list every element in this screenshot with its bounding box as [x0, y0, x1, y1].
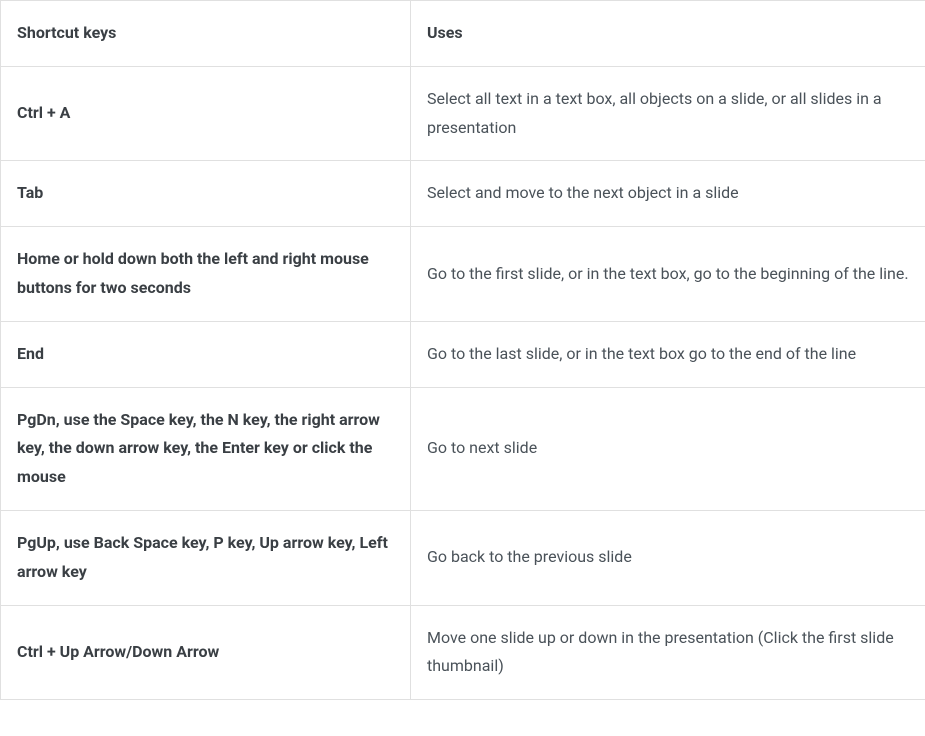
- uses-cell: Select all text in a text box, all objec…: [411, 66, 925, 161]
- shortcuts-table: Shortcut keys Uses Ctrl + A Select all t…: [0, 0, 925, 700]
- table-row: PgDn, use the Space key, the N key, the …: [1, 387, 925, 510]
- uses-cell: Go to the first slide, or in the text bo…: [411, 227, 925, 322]
- shortcut-cell: Home or hold down both the left and righ…: [1, 227, 411, 322]
- shortcut-cell: PgDn, use the Space key, the N key, the …: [1, 387, 411, 510]
- uses-cell: Go to next slide: [411, 387, 925, 510]
- shortcut-cell: End: [1, 321, 411, 387]
- table-row: Ctrl + Up Arrow/Down Arrow Move one slid…: [1, 605, 925, 700]
- header-shortcut: Shortcut keys: [1, 1, 411, 67]
- uses-cell: Move one slide up or down in the present…: [411, 605, 925, 700]
- shortcut-cell: Tab: [1, 161, 411, 227]
- table-row: Ctrl + A Select all text in a text box, …: [1, 66, 925, 161]
- table-row: Home or hold down both the left and righ…: [1, 227, 925, 322]
- table-row: Tab Select and move to the next object i…: [1, 161, 925, 227]
- uses-cell: Go to the last slide, or in the text box…: [411, 321, 925, 387]
- uses-cell: Go back to the previous slide: [411, 510, 925, 605]
- shortcut-cell: PgUp, use Back Space key, P key, Up arro…: [1, 510, 411, 605]
- header-uses: Uses: [411, 1, 925, 67]
- table-row: End Go to the last slide, or in the text…: [1, 321, 925, 387]
- shortcut-cell: Ctrl + A: [1, 66, 411, 161]
- table-header-row: Shortcut keys Uses: [1, 1, 925, 67]
- table-row: PgUp, use Back Space key, P key, Up arro…: [1, 510, 925, 605]
- uses-cell: Select and move to the next object in a …: [411, 161, 925, 227]
- shortcut-cell: Ctrl + Up Arrow/Down Arrow: [1, 605, 411, 700]
